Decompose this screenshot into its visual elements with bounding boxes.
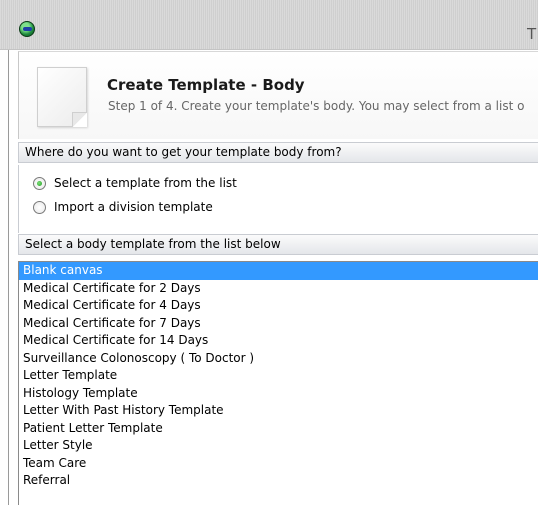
list-item[interactable]: Histology Template [19,385,538,403]
app-logo-icon[interactable] [19,21,35,37]
wizard-subtitle: Step 1 of 4. Create your template's body… [108,99,525,113]
list-item[interactable]: Letter Style [19,437,538,455]
wizard-title: Create Template - Body [107,76,305,94]
list-item[interactable]: Referral [19,472,538,490]
radio-select-from-list[interactable]: Select a template from the list [33,174,237,192]
list-item[interactable]: Medical Certificate for 7 Days [19,315,538,333]
list-item[interactable]: Medical Certificate for 4 Days [19,297,538,315]
source-section-header: Where do you want to get your template b… [18,142,538,163]
window-frame-left [8,50,9,505]
list-item[interactable]: Medical Certificate for 2 Days [19,280,538,298]
list-item[interactable]: Team Care [19,455,538,473]
radio-button-checked[interactable] [33,176,46,190]
source-radio-group: Select a template from the list Import a… [18,165,538,233]
list-item[interactable]: Patient Letter Template [19,420,538,438]
window-title: T [527,25,537,43]
radio-button[interactable] [33,200,46,214]
title-bar: T [0,0,538,50]
wizard-header: Create Template - Body Step 1 of 4. Crea… [18,51,538,139]
radio-label: Import a division template [54,200,213,214]
list-item[interactable]: Letter Template [19,367,538,385]
radio-label: Select a template from the list [54,176,237,190]
list-item[interactable]: Blank canvas [19,262,538,280]
blank-document-icon [37,67,87,127]
radio-import-division[interactable]: Import a division template [33,198,213,216]
list-section-header: Select a body template from the list bel… [18,234,538,255]
list-item[interactable]: Medical Certificate for 14 Days [19,332,538,350]
template-listbox[interactable]: Blank canvas Medical Certificate for 2 D… [18,261,538,505]
list-item[interactable]: Surveillance Colonoscopy ( To Doctor ) [19,350,538,368]
list-item[interactable]: Letter With Past History Template [19,402,538,420]
